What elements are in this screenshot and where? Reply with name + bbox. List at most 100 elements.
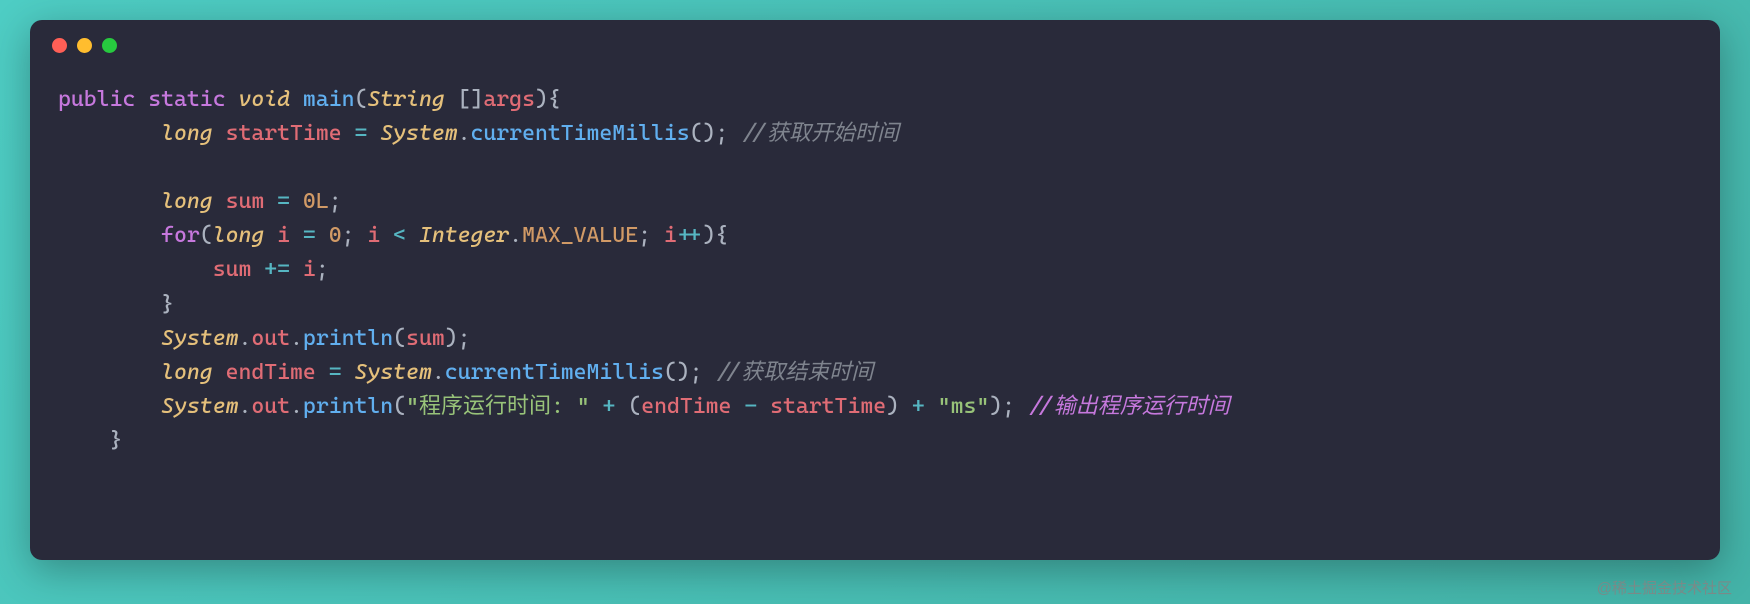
code-token: currentTimeMillis [471, 121, 690, 146]
code-token [135, 87, 148, 112]
minimize-dot-icon[interactable] [77, 38, 92, 53]
code-token: ); [989, 394, 1028, 419]
code-token: . [290, 326, 303, 351]
code-token [58, 394, 161, 419]
code-token: . [238, 394, 251, 419]
code-token: = [277, 189, 290, 214]
code-token: ( [354, 87, 367, 112]
code-token [213, 121, 226, 146]
code-token: main [303, 87, 355, 112]
code-token: "ms" [938, 394, 990, 419]
code-token: } [58, 428, 122, 453]
code-token: sum [406, 326, 445, 351]
code-token [251, 257, 264, 282]
code-token: i [664, 223, 677, 248]
code-token [925, 394, 938, 419]
code-token: long [213, 223, 265, 248]
code-token: long [161, 121, 213, 146]
code-token: . [509, 223, 522, 248]
code-token [213, 360, 226, 385]
code-token [380, 223, 393, 248]
code-token: MAX_VALUE [522, 223, 638, 248]
code-token: long [161, 189, 213, 214]
code-token: args [483, 87, 535, 112]
code-token [58, 257, 213, 282]
code-token: sum [226, 189, 265, 214]
code-token: startTime [770, 394, 886, 419]
code-token: i [303, 257, 316, 282]
code-token: System [161, 394, 238, 419]
code-token [316, 223, 329, 248]
code-window: public static void main(String []args){ … [30, 20, 1720, 560]
code-token: Integer [419, 223, 509, 248]
code-token: ){ [535, 87, 561, 112]
code-token: startTime [226, 121, 342, 146]
code-token: out [251, 326, 290, 351]
code-token [226, 87, 239, 112]
code-token: += [264, 257, 290, 282]
code-token: println [303, 394, 393, 419]
code-token: System [354, 360, 431, 385]
code-token: . [238, 326, 251, 351]
code-token: (); [690, 121, 742, 146]
code-token [213, 189, 226, 214]
code-token: System [161, 326, 238, 351]
code-token [290, 87, 303, 112]
code-token: (); [664, 360, 716, 385]
code-token [590, 394, 603, 419]
code-token: ( [393, 394, 406, 419]
code-token [58, 360, 161, 385]
code-block: public static void main(String []args){ … [30, 63, 1720, 478]
code-token: static [148, 87, 225, 112]
close-dot-icon[interactable] [52, 38, 67, 53]
code-token: i [367, 223, 380, 248]
code-token: currentTimeMillis [445, 360, 664, 385]
code-token: [] [445, 87, 484, 112]
code-token [342, 360, 355, 385]
code-token: String [367, 87, 444, 112]
code-token: endTime [226, 360, 316, 385]
code-token [342, 121, 355, 146]
code-token: //获取结束时间 [715, 360, 873, 385]
code-token [316, 360, 329, 385]
code-token: //获取开始时间 [741, 121, 899, 146]
code-token: for [161, 223, 200, 248]
code-token: ; [329, 189, 342, 214]
code-token [290, 223, 303, 248]
code-token: = [303, 223, 316, 248]
window-titlebar [30, 20, 1720, 63]
code-token [58, 189, 161, 214]
code-token: ); [445, 326, 471, 351]
code-token: . [290, 394, 303, 419]
code-token [58, 223, 161, 248]
code-token: i [277, 223, 290, 248]
code-token: + [603, 394, 616, 419]
code-token: + [912, 394, 925, 419]
code-token [290, 189, 303, 214]
code-token [58, 121, 161, 146]
code-token: } [58, 292, 174, 317]
code-token: . [458, 121, 471, 146]
maximize-dot-icon[interactable] [102, 38, 117, 53]
code-token [406, 223, 419, 248]
code-token: ) [886, 394, 912, 419]
watermark-text: @稀土掘金技术社区 [1597, 577, 1732, 598]
code-token: - [744, 394, 757, 419]
code-token: ){ [703, 223, 729, 248]
code-token: public [58, 87, 135, 112]
code-token: < [393, 223, 406, 248]
code-token: out [251, 394, 290, 419]
code-token: = [329, 360, 342, 385]
code-token: ++ [677, 223, 703, 248]
code-token: ( [393, 326, 406, 351]
code-token: ; [638, 223, 664, 248]
code-token: = [354, 121, 367, 146]
code-token [58, 326, 161, 351]
code-token: ( [200, 223, 213, 248]
code-token [757, 394, 770, 419]
code-token: 0 [329, 223, 342, 248]
code-token: println [303, 326, 393, 351]
code-token: System [380, 121, 457, 146]
code-token: //输出程序运行时间 [1028, 394, 1230, 419]
code-token: endTime [641, 394, 731, 419]
